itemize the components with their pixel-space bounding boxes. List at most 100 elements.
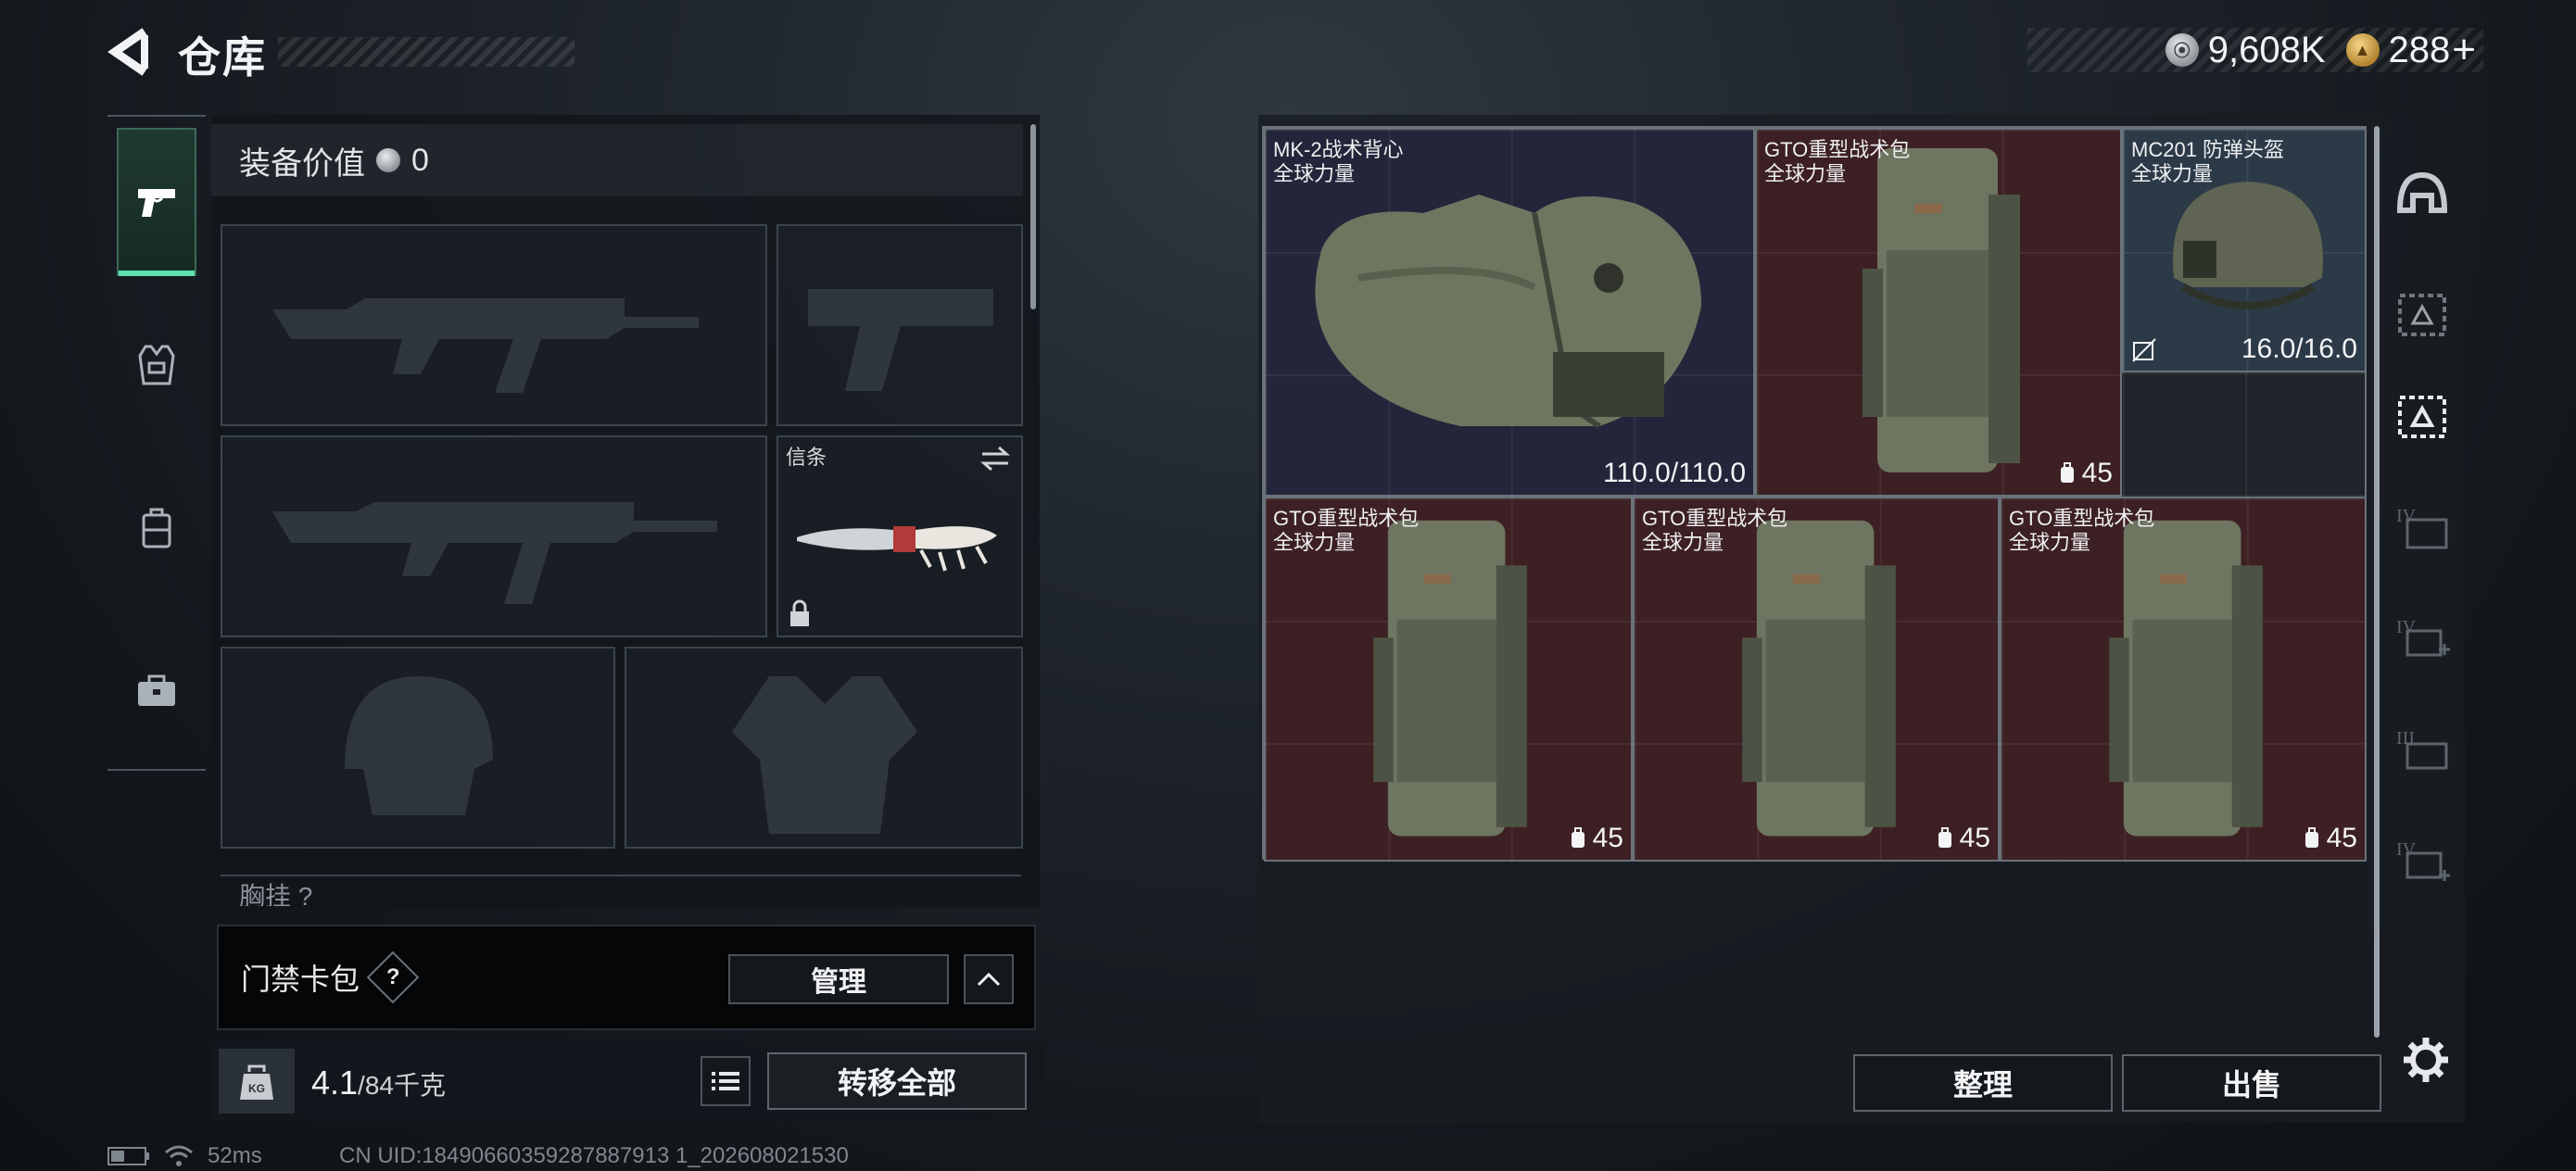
user-uid: CN UID:18490660359287887913 1_2026080215… [339,1143,849,1168]
loadout-scrollbar[interactable] [1030,124,1036,309]
capacity-bar: KG 4.1/84千克 转移全部 [211,1041,1043,1121]
lock-icon [790,599,809,626]
filter-tier-iv[interactable]: IV [2383,485,2461,569]
stash-item-backpack[interactable]: GTO重型战术包 全球力量 45 [1755,128,2122,497]
item-durability: 16.0/16.0 [2241,334,2357,364]
silver-coin-icon: ⦿ [2165,33,2199,67]
vest-art-icon [1315,195,1701,429]
settings-button[interactable] [2398,1032,2454,1088]
item-subtitle: 全球力量 [1273,162,1356,185]
currency-gold-value: 288 [2388,29,2451,70]
backpack-icon [142,508,171,548]
gold-coin-icon: ▲ [2345,33,2380,67]
melee-slot[interactable]: 信条 [777,435,1023,637]
add-currency-button[interactable]: + [2452,27,2476,73]
filter-tier-iii[interactable]: III [2383,708,2461,791]
tidy-button[interactable]: 整理 [1853,1054,2113,1112]
backpack-small-icon [1571,827,1585,848]
title-decoration [278,37,575,67]
backpack-art-icon [1863,148,2020,472]
secondary-weapon-slot[interactable] [221,435,767,637]
tab-backpack[interactable] [117,454,196,602]
stash-filter-column: IV IV III IV [2374,115,2463,1123]
knife-icon [797,526,997,572]
filter-tier-iv-add[interactable]: IV [2383,819,2461,902]
transfer-all-button[interactable]: 转移全部 [767,1052,1027,1110]
currency-silver: ⦿ 9,608K [2165,29,2326,71]
briefcase-icon [138,674,175,706]
battery-icon [107,1147,149,1165]
weight-icon: KG [219,1049,295,1114]
collapse-button[interactable] [964,954,1014,1004]
melee-slot-label: 信条 [786,446,827,469]
loadout-value-label: 装备价值 [239,145,365,182]
chest-rig-label: 胸挂 [239,882,292,906]
keycard-label: 门禁卡包 [241,963,360,996]
keycard-bar: 门禁卡包 ? 管理 [217,925,1036,1030]
helmet-icon [2396,171,2448,213]
primary-weapon-slot[interactable] [221,224,767,426]
vest-icon [138,345,175,385]
helmet-art-icon [2173,182,2323,309]
item-capacity: 45 [1936,823,1990,854]
stash-item-vest[interactable]: MK-2战术背心 全球力量 110.0/110.0 [1264,128,1755,497]
currency-silver-value: 9,608K [2207,29,2326,70]
stash-item-backpack[interactable]: GTO重型战术包 全球力量 45 [1264,497,1633,862]
filter-tier-iv-plus[interactable]: IV [2383,597,2461,680]
chevron-up-icon [977,972,1001,987]
chest-rig-section: 胸挂 ? [221,875,1021,906]
filter-helmet[interactable] [2383,152,2461,235]
list-icon [712,1072,739,1090]
tab-case[interactable] [117,617,196,765]
svg-text:III: III [2396,728,2415,749]
item-capacity-value: 45 [1959,823,1990,853]
page-title: 仓库 [178,33,267,82]
item-capacity-value: 45 [1592,823,1623,853]
swap-icon[interactable] [979,445,1012,472]
item-subtitle: 全球力量 [2009,531,2091,554]
stash-item-backpack[interactable]: GTO重型战术包 全球力量 45 [1633,497,2000,862]
back-button[interactable] [104,26,154,78]
item-subtitle: 全球力量 [2131,162,2214,185]
item-capacity: 45 [1569,823,1623,854]
manage-button[interactable]: 管理 [728,954,949,1004]
rifle-silhouette-icon [272,298,699,393]
tab-armor[interactable] [117,291,196,439]
rifle-silhouette-icon [272,502,717,604]
stash-item-backpack[interactable]: GTO重型战术包 全球力量 45 [2000,497,2367,862]
loadout-value-header: 装备价值 0 [211,124,1023,196]
weight-current: 4.1 [311,1064,359,1102]
chevron-left-icon [107,28,148,76]
filter-armor-active[interactable] [2383,374,2461,458]
list-view-button[interactable] [701,1056,751,1106]
tier-iv-add-icon: IV [2396,839,2450,881]
pistol-icon [138,189,175,217]
sidearm-slot[interactable] [777,224,1023,426]
sell-button[interactable]: 出售 [2122,1054,2381,1112]
kg-label: KG [248,1082,265,1095]
weight-max: /84千克 [358,1071,446,1100]
body-armor-slot[interactable] [625,647,1023,849]
helmet-silhouette-icon [345,676,493,815]
silver-coin-icon [376,148,400,172]
backpack-small-icon [2060,462,2074,483]
armor-silhouette-icon [732,676,917,834]
no-repair-icon [2132,338,2156,362]
item-durability: 110.0/110.0 [1602,458,1746,488]
backpack-art-icon [1373,520,1527,837]
tier-iii-icon: III [2396,728,2448,770]
weight-readout: 4.1/84千克 [311,1064,446,1102]
stash-item-helmet[interactable]: MC201 防弹头盔 全球力量 16.0/16.0 [2122,128,2367,372]
item-capacity: 45 [2303,823,2357,854]
status-bar: 52ms [107,1143,262,1169]
tab-weapons[interactable] [117,128,196,276]
item-subtitle: 全球力量 [1642,531,1724,554]
helmet-slot[interactable] [221,647,615,849]
tier-iv-icon: IV [2396,506,2448,549]
help-glyph: ? [385,963,400,989]
help-icon[interactable]: ? [366,951,420,1004]
backpack-art-icon [1742,520,1896,837]
armor-active-icon [2398,396,2446,438]
loadout-value: 0 [411,142,429,178]
filter-armor[interactable] [2383,272,2461,356]
